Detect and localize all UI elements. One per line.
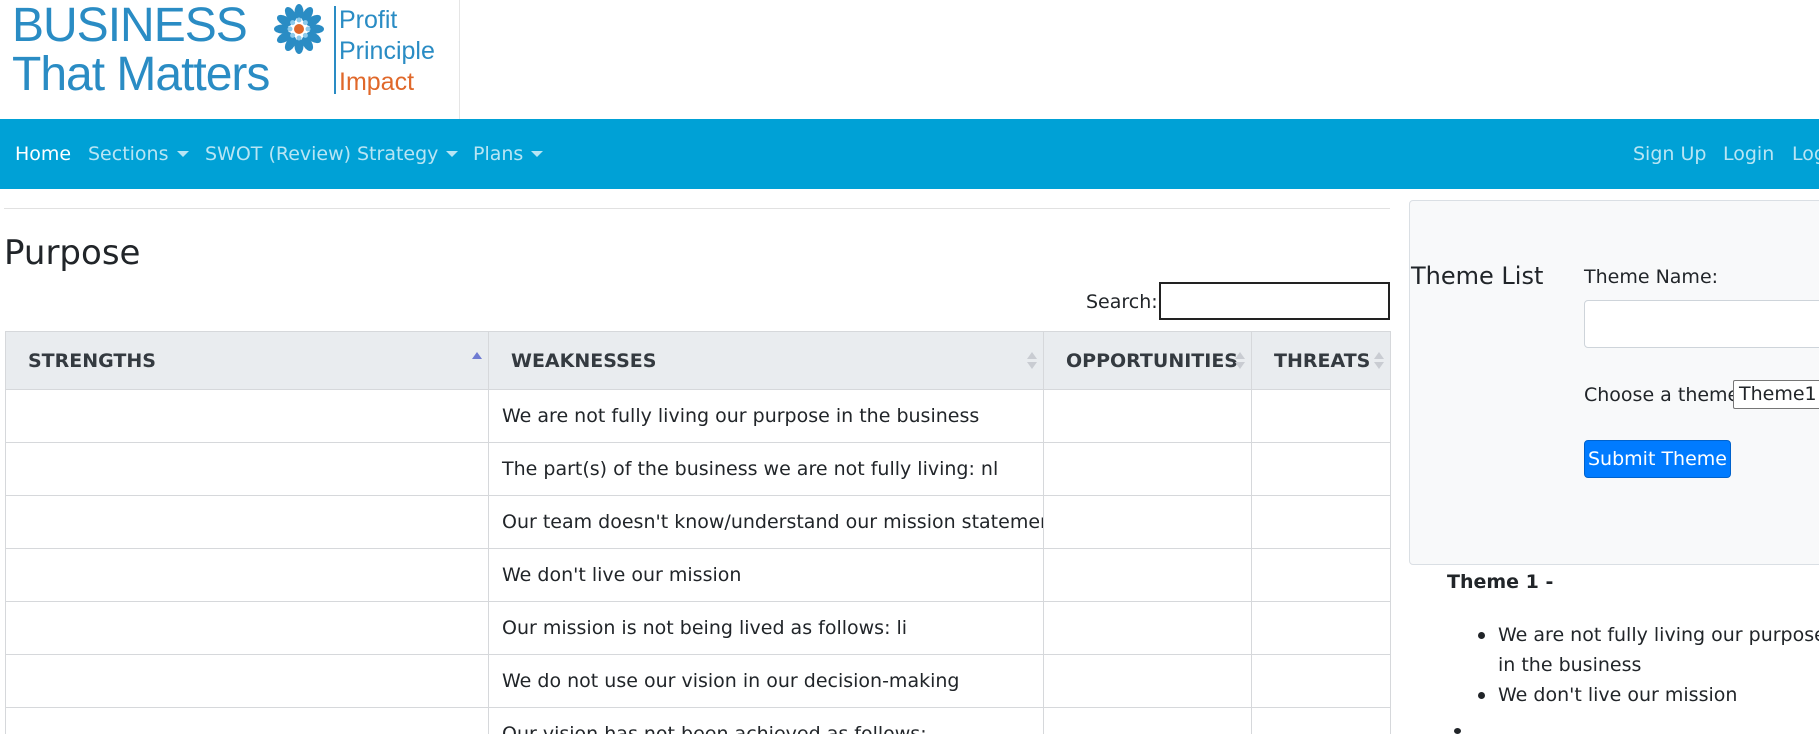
- table-cell: Our vision has not been achieved as foll…: [488, 707, 1044, 734]
- nav-swot-review[interactable]: SWOT (Review): [205, 119, 351, 189]
- caret-down-icon: [176, 151, 189, 157]
- table-row: We don't live our mission: [5, 548, 1391, 602]
- list-item: We don't live our mission: [1474, 680, 1819, 710]
- logo-tagline: Profit Principle Impact: [339, 5, 435, 98]
- column-header-label: WEAKNESSES: [511, 349, 657, 372]
- table-cell: [1251, 548, 1391, 602]
- theme-1-list: We are not fully living our purpose in t…: [1474, 620, 1819, 710]
- nav-home[interactable]: Home: [15, 119, 71, 189]
- theme-1-title: Theme 1 -: [1447, 571, 1554, 593]
- choose-theme-label: Choose a theme: [1584, 384, 1740, 406]
- logo[interactable]: BUSINESS That Matters Profit Principle I…: [0, 0, 460, 119]
- logo-line-1: BUSINESS: [12, 0, 248, 52]
- table-cell: [1251, 442, 1391, 496]
- sort-icon: [1027, 350, 1037, 372]
- nav-strategy-dropdown[interactable]: Strategy: [357, 119, 459, 189]
- table-row: Our mission is not being lived as follow…: [5, 601, 1391, 655]
- table-cell: [1251, 495, 1391, 549]
- sort-ascending-icon: [472, 350, 482, 372]
- logo-divider: [334, 6, 336, 94]
- caret-down-icon: [446, 151, 459, 157]
- sort-icon: [1235, 350, 1245, 372]
- table-row: Our team doesn't know/understand our mis…: [5, 495, 1391, 549]
- table-row: Our vision has not been achieved as foll…: [5, 707, 1391, 734]
- nav-login[interactable]: Login: [1723, 119, 1774, 189]
- theme-name-input[interactable]: [1584, 300, 1819, 348]
- table-cell: Our team doesn't know/understand our mis…: [488, 495, 1044, 549]
- divider: [4, 208, 1390, 209]
- table-header-row: STRENGTHS WEAKNESSES OPPORTUNITIES THREA…: [5, 331, 1391, 390]
- caret-down-icon: [531, 151, 544, 157]
- table-cell: We don't live our mission: [488, 548, 1044, 602]
- theme-list-heading: Theme List: [1411, 262, 1544, 290]
- table-cell: [5, 442, 489, 496]
- nav-sections-label: Sections: [88, 143, 169, 165]
- table-cell: Our mission is not being lived as follow…: [488, 601, 1044, 655]
- table-cell: [1043, 389, 1252, 443]
- table-cell: [1251, 601, 1391, 655]
- table-cell: [5, 548, 489, 602]
- list-item: We are not fully living our purpose in t…: [1474, 620, 1819, 680]
- nav-plans-label: Plans: [473, 143, 524, 165]
- table-cell: We do not use our vision in our decision…: [488, 654, 1044, 708]
- table-row: We do not use our vision in our decision…: [5, 654, 1391, 708]
- table-cell: [5, 389, 489, 443]
- table-cell: [1043, 495, 1252, 549]
- logo-line-2: That Matters: [12, 48, 270, 101]
- table-cell: [1251, 707, 1391, 734]
- theme-name-label: Theme Name:: [1584, 266, 1719, 288]
- table-cell: We are not fully living our purpose in t…: [488, 389, 1044, 443]
- column-header-label: STRENGTHS: [28, 349, 156, 372]
- main-navbar: Home Sections SWOT (Review) Strategy Pla…: [0, 119, 1819, 189]
- swot-table: STRENGTHS WEAKNESSES OPPORTUNITIES THREA…: [5, 331, 1391, 734]
- logo-tag-profit: Profit: [339, 6, 398, 34]
- column-header-threats[interactable]: THREATS: [1251, 331, 1391, 390]
- table-cell: [1043, 707, 1252, 734]
- table-cell: [1043, 601, 1252, 655]
- column-header-strengths[interactable]: STRENGTHS: [5, 331, 489, 390]
- logo-wordmark: BUSINESS That Matters: [12, 0, 270, 101]
- nav-strategy-label: Strategy: [357, 143, 439, 165]
- flower-icon: [274, 4, 324, 54]
- column-header-label: OPPORTUNITIES: [1066, 349, 1238, 372]
- table-cell: [1043, 654, 1252, 708]
- nav-logout[interactable]: Log: [1792, 119, 1819, 189]
- search-input[interactable]: [1159, 282, 1390, 320]
- page-title: Purpose: [4, 233, 141, 273]
- nav-plans-dropdown[interactable]: Plans: [473, 119, 544, 189]
- column-header-weaknesses[interactable]: WEAKNESSES: [488, 331, 1044, 390]
- submit-theme-button[interactable]: Submit Theme: [1584, 440, 1731, 478]
- table-cell: [5, 601, 489, 655]
- logo-tag-impact: Impact: [339, 68, 415, 96]
- logo-tag-principle: Principle: [339, 37, 435, 65]
- table-cell: [1043, 442, 1252, 496]
- table-cell: The part(s) of the business we are not f…: [488, 442, 1044, 496]
- sort-icon: [1374, 350, 1384, 372]
- nav-sections-dropdown[interactable]: Sections: [88, 119, 189, 189]
- table-cell: [5, 654, 489, 708]
- table-cell: [1251, 654, 1391, 708]
- column-header-opportunities[interactable]: OPPORTUNITIES: [1043, 331, 1252, 390]
- table-row: The part(s) of the business we are not f…: [5, 442, 1391, 496]
- list-bullet: [1454, 728, 1461, 734]
- theme-select[interactable]: Theme1: [1733, 380, 1819, 409]
- table-row: We are not fully living our purpose in t…: [5, 389, 1391, 443]
- table-cell: [1251, 389, 1391, 443]
- nav-sign-up[interactable]: Sign Up: [1633, 119, 1706, 189]
- search-label: Search:: [1086, 291, 1158, 313]
- table-cell: [5, 495, 489, 549]
- table-cell: [1043, 548, 1252, 602]
- column-header-label: THREATS: [1274, 349, 1371, 372]
- table-cell: [5, 707, 489, 734]
